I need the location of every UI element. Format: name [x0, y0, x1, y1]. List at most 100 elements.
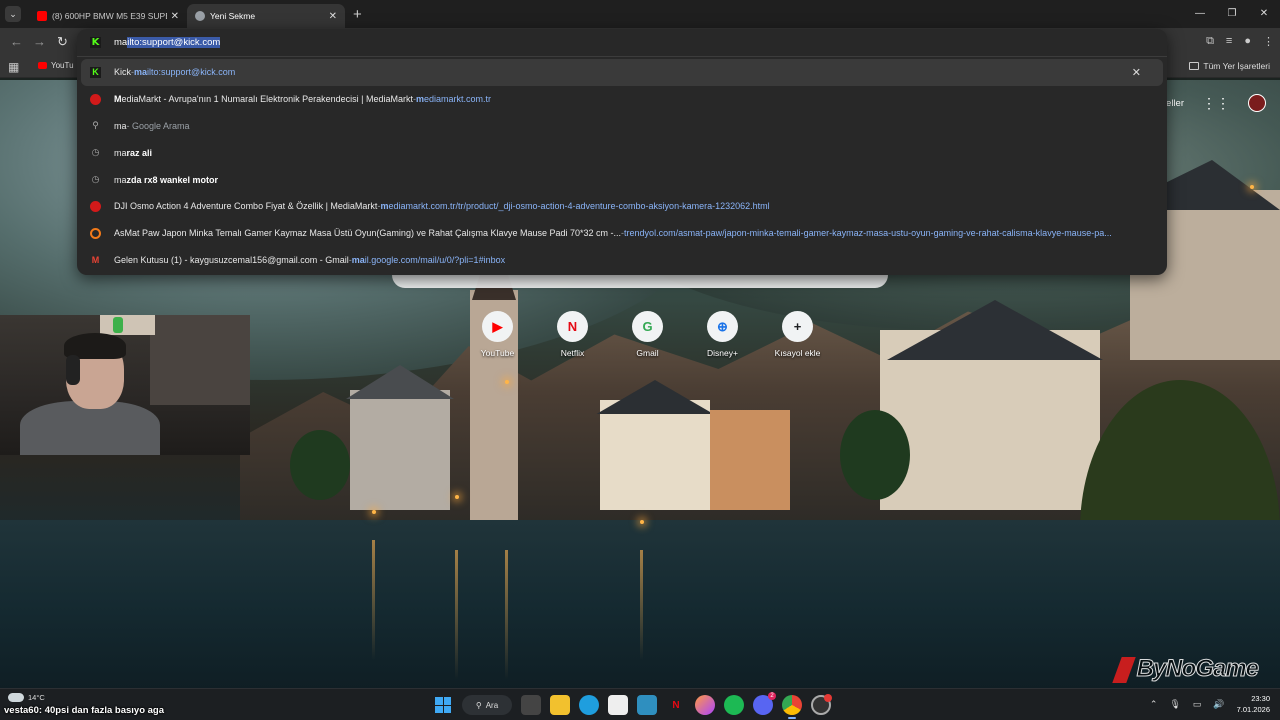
new-tab-button[interactable]: +: [353, 6, 362, 23]
discord-icon[interactable]: 2: [753, 692, 776, 715]
suggestion-row[interactable]: ⚲ ma - Google Arama: [77, 113, 1167, 140]
suggestion-row[interactable]: M Gelen Kutusu (1) - kaygusuzcemal156@gma…: [77, 247, 1167, 274]
shortcut-tile[interactable]: G Gmail: [617, 311, 678, 358]
chat-username: vesta60: [4, 705, 39, 716]
windows-taskbar: 14°C ⚲ Ara N 2 ⌃ 🎙 ▭ 🔊 23:30 7.01.2026: [0, 688, 1280, 720]
house: [600, 400, 710, 510]
suggestion-title: mazda rx8 wankel motor: [114, 174, 219, 185]
spotify-icon[interactable]: [724, 695, 744, 715]
history-icon: ◷: [91, 174, 100, 185]
suggestion-row[interactable]: AsMat Paw Japon Minka Temalı Gamer Kayma…: [77, 220, 1167, 247]
suggestion-url: mediamarkt.com.tr/tr/product/_dji-osmo-a…: [380, 201, 770, 212]
shortcut-label: Disney+: [707, 348, 738, 358]
gmail-icon: M: [91, 254, 100, 265]
webcam-streamer-body: [20, 401, 160, 455]
shortcut-tile[interactable]: N Netflix: [542, 311, 603, 358]
street-light: [1250, 185, 1254, 189]
suggestion-title: DJI Osmo Action 4 Adventure Combo Fiyat …: [114, 201, 378, 212]
all-bookmarks-label: Tüm Yer İşaretleri: [1203, 61, 1270, 71]
start-button[interactable]: [433, 695, 453, 715]
remove-suggestion-icon[interactable]: ✕: [1132, 66, 1141, 79]
light-reflection: [372, 540, 375, 660]
close-tab-icon[interactable]: ✕: [329, 11, 337, 22]
street-light: [372, 510, 376, 514]
suggestion-row[interactable]: ◷ maraz ali: [77, 139, 1167, 166]
chevron-down-icon: ⌄: [9, 8, 17, 19]
suggestion-title: MediaMarkt - Avrupa'nın 1 Numaralı Elekt…: [114, 94, 414, 105]
history-icon: ◷: [91, 147, 100, 158]
obs-icon[interactable]: [811, 694, 832, 715]
street-light: [455, 495, 459, 499]
minimize-icon[interactable]: —: [1184, 0, 1216, 28]
google-apps-icon[interactable]: ⋮⋮: [1202, 95, 1230, 112]
suggestion-subtitle: - Google Arama: [126, 120, 190, 131]
shortcut-label: Gmail: [636, 348, 659, 358]
outlook-icon[interactable]: [637, 695, 657, 715]
typed-text: ma: [114, 36, 128, 48]
notification-badge: 2: [768, 692, 776, 700]
bookmark-label: YouTu: [51, 61, 74, 70]
suggestion-row[interactable]: K Kick - mailto:support@kick.com ✕: [81, 59, 1163, 86]
menu-icon[interactable]: ⋮: [1263, 35, 1274, 48]
extensions-icon[interactable]: ⧉: [1206, 35, 1214, 48]
shortcut-tile[interactable]: ⊕ Disney+: [692, 311, 753, 358]
close-window-icon[interactable]: ✕: [1248, 0, 1280, 28]
media-controls-icon[interactable]: ≡: [1226, 35, 1232, 48]
network-icon[interactable]: ▭: [1193, 699, 1202, 710]
shortcut-icon: ⊕: [707, 311, 738, 342]
microphone-icon[interactable]: 🎙: [1169, 699, 1180, 710]
taskbar-search[interactable]: ⚲ Ara: [462, 695, 512, 715]
shortcut-label: Netflix: [560, 348, 585, 358]
forward-icon[interactable]: →: [33, 34, 46, 49]
street-light: [505, 380, 509, 384]
tree: [840, 410, 910, 500]
reload-icon[interactable]: ↻: [57, 34, 68, 50]
chevron-up-icon[interactable]: ⌃: [1150, 699, 1158, 710]
omnibox-dropdown: K mailto:support@kick.com K Kick - mailto…: [77, 29, 1167, 275]
suggestion-url: mailto:support@kick.com: [134, 67, 236, 78]
netflix-icon[interactable]: N: [666, 695, 686, 715]
task-view-icon[interactable]: [521, 695, 541, 715]
light-reflection: [455, 550, 458, 680]
address-bar-input[interactable]: K mailto:support@kick.com: [77, 29, 1167, 55]
account-avatar[interactable]: [1248, 94, 1266, 112]
windows-icon: [435, 697, 451, 713]
search-icon: ⚲: [475, 700, 482, 710]
clock[interactable]: 23:30 7.01.2026: [1237, 693, 1270, 715]
window-controls: — ❐ ✕: [1184, 0, 1280, 28]
weather-widget[interactable]: 14°C: [8, 693, 45, 702]
suggestion-row[interactable]: DJI Osmo Action 4 Adventure Combo Fiyat …: [77, 193, 1167, 220]
copilot-icon[interactable]: [695, 695, 715, 715]
webcam-overlay: [0, 315, 250, 455]
tab-youtube[interactable]: (8) 600HP BMW M5 E39 SUPER ✕: [29, 4, 187, 28]
light-reflection: [505, 550, 508, 680]
tab-search-button[interactable]: ⌄: [5, 6, 21, 22]
restore-icon[interactable]: ❐: [1216, 0, 1248, 28]
house: [710, 410, 790, 510]
tab-strip: ⌄ (8) 600HP BMW M5 E39 SUPER ✕ Yeni Sekm…: [0, 0, 1280, 28]
store-icon[interactable]: [608, 695, 628, 715]
shortcut-icon: G: [632, 311, 663, 342]
webcam-plant: [113, 317, 123, 333]
profile-avatar-icon[interactable]: ●: [1244, 35, 1251, 48]
apps-grid-icon[interactable]: ▦: [8, 60, 19, 74]
ntp-shortcuts: ▶ YouTube N Netflix G Gmail ⊕ Disney+ + Kısayol e…: [467, 311, 828, 358]
shortcut-tile[interactable]: ▶ YouTube: [467, 311, 528, 358]
address-bar-text: mailto:support@kick.com: [114, 36, 221, 48]
file-explorer-icon[interactable]: [550, 695, 570, 715]
suggestion-url: mail.google.com/mail/u/0/?pli=1#inbox: [351, 254, 506, 265]
suggestion-row[interactable]: ◷ mazda rx8 wankel motor: [77, 166, 1167, 193]
volume-icon[interactable]: 🔊: [1213, 699, 1224, 710]
bookmark-youtube[interactable]: YouTu: [38, 61, 74, 70]
youtube-icon: [37, 11, 47, 21]
all-bookmarks-button[interactable]: Tüm Yer İşaretleri: [1189, 61, 1270, 71]
chrome-icon[interactable]: [782, 695, 802, 719]
back-icon[interactable]: ←: [10, 34, 23, 49]
shortcut-tile[interactable]: + Kısayol ekle: [767, 311, 828, 358]
close-tab-icon[interactable]: ✕: [171, 11, 179, 22]
mediamarkt-icon: [90, 200, 101, 212]
suggestion-row[interactable]: MediaMarkt - Avrupa'nın 1 Numaralı Elekt…: [77, 86, 1167, 113]
suggestion-title: AsMat Paw Japon Minka Temalı Gamer Kayma…: [114, 228, 622, 239]
edge-icon[interactable]: [579, 695, 599, 715]
tab-new-tab[interactable]: Yeni Sekme ✕: [187, 4, 345, 28]
